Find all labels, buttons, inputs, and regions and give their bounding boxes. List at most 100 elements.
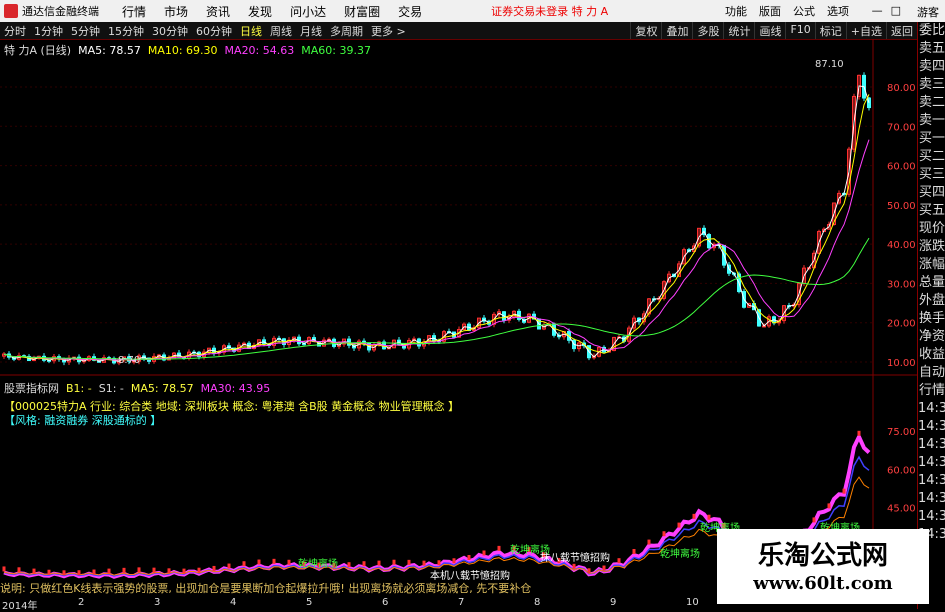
period-tab-daily[interactable]: 日线 [240, 23, 262, 39]
period-tab[interactable]: 30分钟 [152, 23, 188, 39]
signal-marker [62, 570, 66, 576]
sub-ma30-value: MA30: 43.95 [200, 382, 271, 395]
signal-marker [197, 567, 201, 573]
side-panel-label: 买五 [918, 203, 945, 218]
menu-options[interactable]: 选项 [827, 3, 849, 19]
sub-tick-label: 60.00 [887, 465, 916, 476]
price-tick-label: 70.00 [887, 122, 916, 133]
signal-marker [242, 561, 246, 567]
maximize-icon[interactable]: □ [891, 4, 901, 17]
side-panel-label: 买二 [918, 149, 945, 164]
menu-item-quotes[interactable]: 行情 [122, 3, 146, 20]
menu-item-discover[interactable]: 发现 [248, 3, 272, 20]
signal-marker [347, 562, 351, 568]
sub-tick-label: 75.00 [887, 427, 916, 438]
low-price-label: 8.70 [118, 355, 140, 366]
tool-button[interactable]: 多股 [692, 22, 723, 39]
period-toolbar: 分时 1分钟 5分钟 15分钟 30分钟 60分钟 日线 周线 月线 多周期 更… [0, 22, 917, 40]
period-tab[interactable]: 15分钟 [108, 23, 144, 39]
signal-marker [647, 539, 651, 545]
signal-marker [707, 514, 711, 520]
side-panel-label: 卖三 [918, 77, 945, 92]
watermark-url: www.60lt.com [753, 573, 893, 594]
quote-side-panel: 委比 卖五 卖四 卖三 卖二 卖一 买一 买二 买三 买四 买五 现价 涨跌 涨幅 总量 外盘 换手 净资 收益 自动… [917, 22, 945, 609]
signal-marker [152, 567, 156, 573]
signal-marker [812, 517, 816, 523]
signal-marker [827, 503, 831, 509]
side-panel-label: 现价 [918, 221, 945, 236]
signal-marker [182, 568, 186, 574]
period-tab[interactable]: 多周期 [330, 23, 363, 39]
side-panel-label: 14:3 [918, 419, 945, 434]
side-panel-label: 14:3 [918, 509, 945, 524]
signal-marker [452, 558, 456, 564]
signal-marker [587, 568, 591, 574]
period-tab[interactable]: 分时 [4, 23, 26, 39]
side-panel-label: 14:3 [918, 437, 945, 452]
signal-marker [437, 560, 441, 566]
signal-marker [662, 531, 666, 537]
tool-button[interactable]: F10 [785, 22, 814, 39]
tool-button[interactable]: 统计 [723, 22, 754, 39]
period-tab[interactable]: 5分钟 [71, 23, 100, 39]
side-panel-label: 换手 [918, 311, 945, 326]
tool-button[interactable]: 标记 [814, 22, 846, 39]
period-tab[interactable]: 月线 [300, 23, 322, 39]
menu-layout[interactable]: 版面 [759, 3, 781, 19]
menu-formula[interactable]: 公式 [793, 3, 815, 19]
tool-button[interactable]: 叠加 [661, 22, 692, 39]
period-tab-more[interactable]: 更多 > [371, 23, 406, 39]
menu-item-wealth[interactable]: 财富圈 [344, 3, 380, 20]
ma-line [3, 237, 870, 360]
menu-item-market[interactable]: 市场 [164, 3, 188, 20]
period-tab[interactable]: 周线 [270, 23, 292, 39]
s1-value: S1: - [98, 382, 124, 395]
side-panel-label: 14:3 [918, 455, 945, 470]
price-tick-label: 40.00 [887, 240, 916, 251]
b1-value: B1: - [66, 382, 92, 395]
price-tick-label: 50.00 [887, 201, 916, 212]
side-panel-label: 涨跌 [918, 239, 945, 254]
tool-button[interactable]: 画线 [754, 22, 785, 39]
price-tick-label: 20.00 [887, 319, 916, 330]
minimize-icon[interactable]: — [872, 4, 883, 17]
signal-marker [47, 569, 51, 575]
signal-marker [467, 554, 471, 560]
side-panel-label: 总量 [918, 275, 945, 290]
period-tab[interactable]: 60分钟 [196, 23, 232, 39]
signal-marker [407, 559, 411, 565]
side-panel-label: 委比 [918, 23, 945, 38]
signal-marker [122, 567, 126, 573]
side-panel-label: 涨幅 [918, 257, 945, 272]
menu-item-trade[interactable]: 交易 [398, 3, 422, 20]
tool-button[interactable]: 复权 [630, 22, 661, 39]
x-axis-label: 2014年 [2, 601, 38, 612]
guest-label[interactable]: 游客 [917, 4, 939, 20]
sub-ma5-value: MA5: 78.57 [130, 382, 194, 395]
watermark-title: 乐淘公式网 [757, 541, 888, 571]
signal-marker [227, 563, 231, 569]
signal-marker [482, 550, 486, 556]
signal-marker [137, 567, 141, 573]
tool-button[interactable]: 返回 [886, 22, 917, 39]
ma-line [3, 139, 870, 361]
signal-marker [287, 559, 291, 565]
indicator-name: 股票指标网 [4, 382, 59, 395]
x-axis-label: 5 [306, 597, 313, 608]
kline-chart[interactable]: 80.00 70.00 60.00 50.00 40.00 30.00 20.00 10.00… [0, 39, 917, 599]
price-tick-label: 60.00 [887, 162, 916, 173]
period-tab[interactable]: 1分钟 [34, 23, 63, 39]
menu-function[interactable]: 功能 [725, 3, 747, 19]
menu-item-news[interactable]: 资讯 [206, 3, 230, 20]
menu-item-ask[interactable]: 问小达 [290, 3, 326, 20]
signal-marker [602, 565, 606, 571]
price-tick-label: 80.00 [887, 83, 916, 94]
tool-button[interactable]: +自选 [845, 22, 886, 39]
side-panel-label: 买一 [918, 131, 945, 146]
ma-line [3, 85, 870, 362]
signal-marker [32, 568, 36, 574]
side-panel-label: 自动 [918, 365, 945, 380]
side-panel-label: 卖二 [918, 95, 945, 110]
signal-marker [272, 558, 276, 564]
signal-marker [572, 563, 576, 569]
